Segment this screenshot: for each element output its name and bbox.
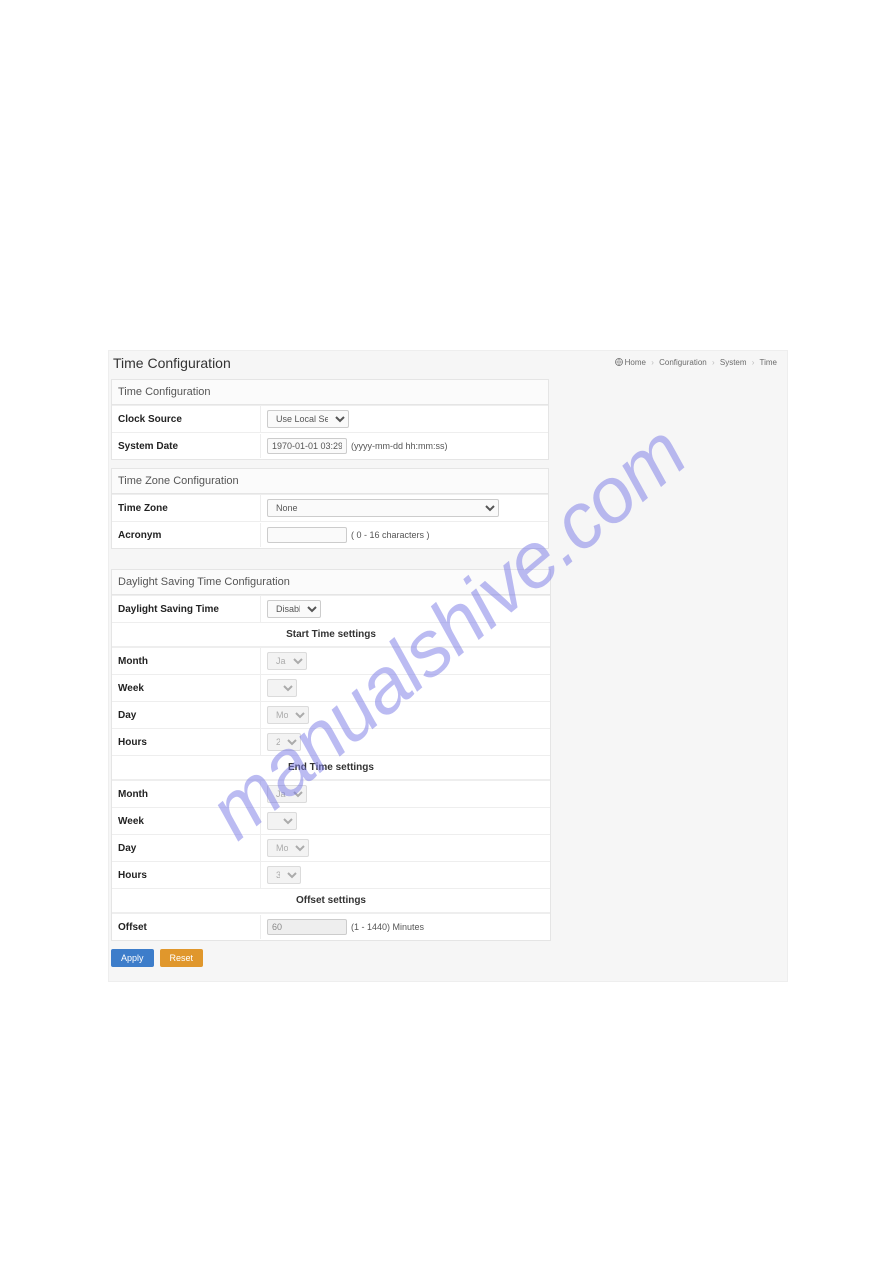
row-end-month: Month Jan xyxy=(112,780,550,807)
end-week-label: Week xyxy=(112,810,260,833)
offset-heading: Offset settings xyxy=(112,888,550,913)
tz-config-panel: Time Zone Configuration Time Zone None A… xyxy=(111,468,549,549)
reset-button[interactable]: Reset xyxy=(160,949,204,967)
start-hours-select: 2 xyxy=(267,733,301,751)
row-acronym: Acronym ( 0 - 16 characters ) xyxy=(112,521,548,548)
end-month-label: Month xyxy=(112,783,260,806)
acronym-hint: ( 0 - 16 characters ) xyxy=(351,530,430,540)
start-month-label: Month xyxy=(112,650,260,673)
row-end-week: Week 1 xyxy=(112,807,550,834)
breadcrumb-system[interactable]: System xyxy=(720,358,747,367)
page-title: Time Configuration xyxy=(113,355,231,371)
clock-source-label: Clock Source xyxy=(112,408,260,431)
start-week-label: Week xyxy=(112,677,260,700)
row-dst-mode: Daylight Saving Time Disabled xyxy=(112,595,550,622)
offset-input xyxy=(267,919,347,935)
row-start-week: Week 1 xyxy=(112,674,550,701)
offset-label: Offset xyxy=(112,916,260,939)
time-zone-label: Time Zone xyxy=(112,497,260,520)
end-time-heading: End Time settings xyxy=(112,755,550,780)
tz-config-heading: Time Zone Configuration xyxy=(112,469,548,494)
start-week-select: 1 xyxy=(267,679,297,697)
dst-config-heading: Daylight Saving Time Configuration xyxy=(112,570,550,595)
row-time-zone: Time Zone None xyxy=(112,494,548,521)
end-day-label: Day xyxy=(112,837,260,860)
row-end-day: Day Mon xyxy=(112,834,550,861)
globe-icon xyxy=(615,358,623,368)
start-time-heading: Start Time settings xyxy=(112,622,550,647)
start-day-select: Mon xyxy=(267,706,309,724)
time-config-panel: Time Configuration Clock Source Use Loca… xyxy=(111,379,549,460)
start-hours-label: Hours xyxy=(112,731,260,754)
system-date-label: System Date xyxy=(112,435,260,458)
row-clock-source: Clock Source Use Local Settings xyxy=(112,405,548,432)
acronym-label: Acronym xyxy=(112,524,260,547)
start-month-select: Jan xyxy=(267,652,307,670)
row-offset: Offset (1 - 1440) Minutes xyxy=(112,913,550,940)
time-zone-select[interactable]: None xyxy=(267,499,499,517)
acronym-input[interactable] xyxy=(267,527,347,543)
end-hours-select: 3 xyxy=(267,866,301,884)
system-date-input[interactable] xyxy=(267,438,347,454)
breadcrumb: Home › Configuration › System › Time xyxy=(615,358,777,368)
clock-source-select[interactable]: Use Local Settings xyxy=(267,410,349,428)
offset-hint: (1 - 1440) Minutes xyxy=(351,922,424,932)
dst-mode-label: Daylight Saving Time xyxy=(112,598,260,621)
end-week-select: 1 xyxy=(267,812,297,830)
action-buttons: Apply Reset xyxy=(111,949,787,967)
end-day-select: Mon xyxy=(267,839,309,857)
row-start-day: Day Mon xyxy=(112,701,550,728)
row-start-month: Month Jan xyxy=(112,647,550,674)
breadcrumb-current: Time xyxy=(760,358,777,367)
dst-mode-select[interactable]: Disabled xyxy=(267,600,321,618)
end-month-select: Jan xyxy=(267,785,307,803)
start-day-label: Day xyxy=(112,704,260,727)
system-date-hint: (yyyy-mm-dd hh:mm:ss) xyxy=(351,441,448,451)
breadcrumb-home[interactable]: Home xyxy=(625,358,646,367)
page-header: Time Configuration Home › Configuration … xyxy=(109,351,787,375)
row-end-hours: Hours 3 xyxy=(112,861,550,888)
row-start-hours: Hours 2 xyxy=(112,728,550,755)
end-hours-label: Hours xyxy=(112,864,260,887)
row-system-date: System Date (yyyy-mm-dd hh:mm:ss) xyxy=(112,432,548,459)
config-page: Time Configuration Home › Configuration … xyxy=(108,350,788,982)
apply-button[interactable]: Apply xyxy=(111,949,154,967)
breadcrumb-configuration[interactable]: Configuration xyxy=(659,358,707,367)
dst-config-panel: Daylight Saving Time Configuration Dayli… xyxy=(111,569,551,941)
time-config-heading: Time Configuration xyxy=(112,380,548,405)
